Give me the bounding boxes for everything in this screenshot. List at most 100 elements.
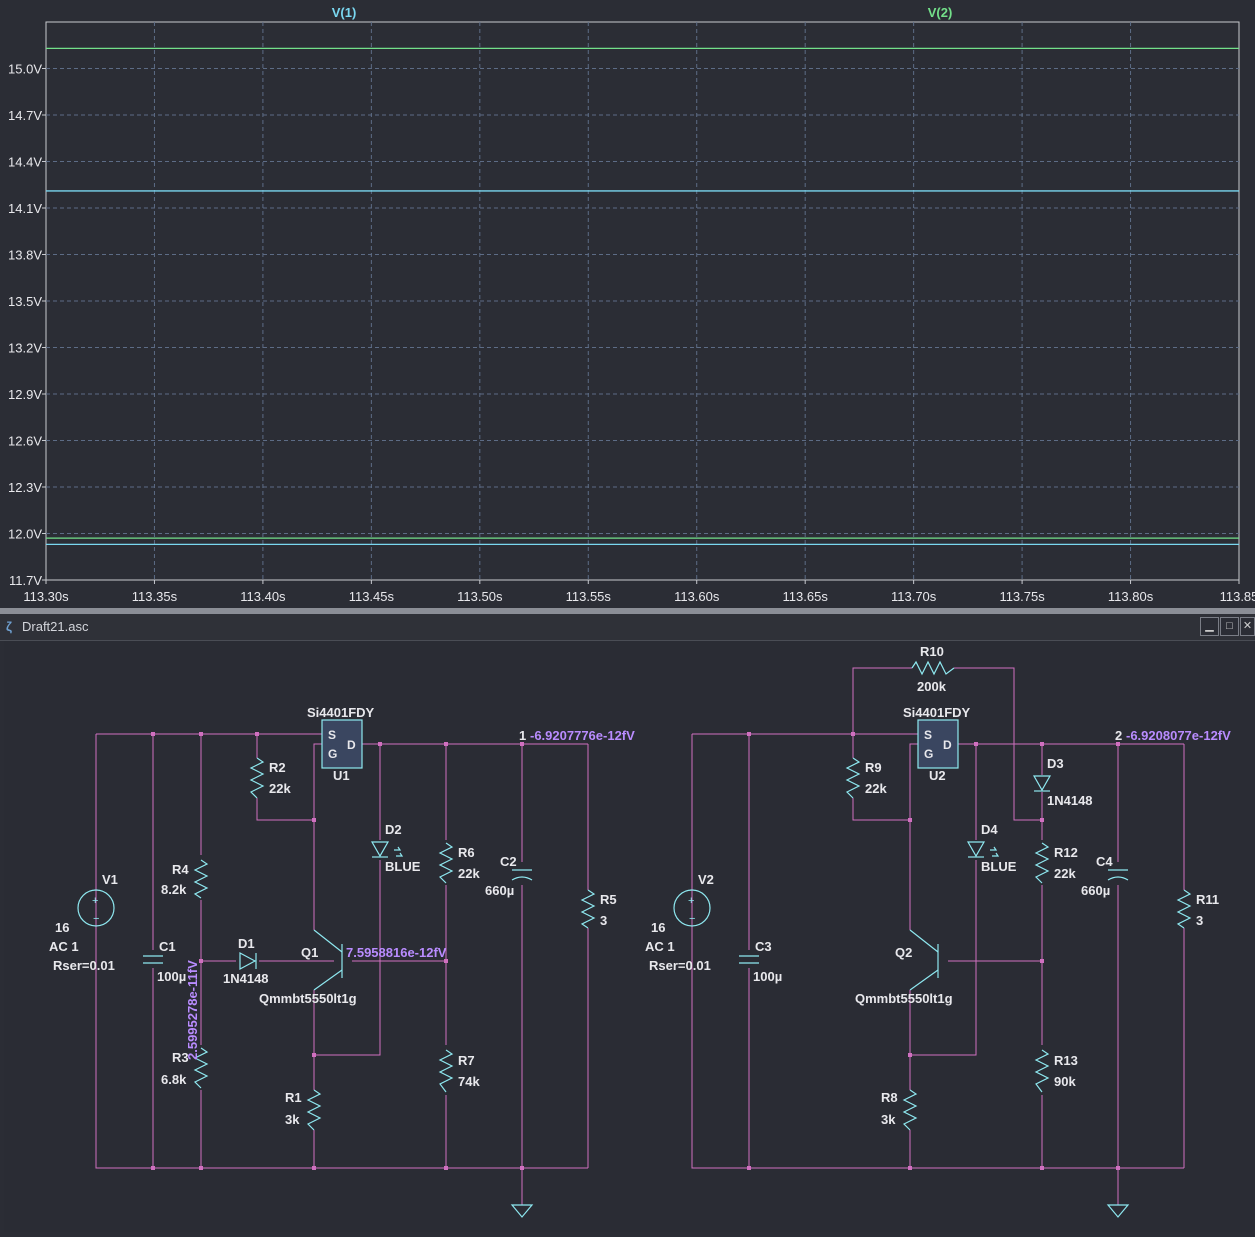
close-icon: ✕ [1242, 620, 1253, 632]
resistor-R8 [902, 1089, 918, 1131]
component-labels: Si4401FDY S G D U1 R2 22k R4 8.2k R3 6.8… [49, 644, 1219, 1127]
x-tick-label: 113.55s [566, 589, 612, 604]
x-tick-label: 113.75s [999, 589, 1045, 604]
U2-label: U2 [929, 768, 946, 783]
Q2-value: Qmmbt5550lt1g [855, 991, 953, 1006]
minimize-icon: ▁ [1205, 620, 1214, 632]
U1-S-label: S [328, 728, 336, 742]
R3-value: 6.8k [161, 1072, 187, 1087]
maximize-icon: □ [1226, 620, 1233, 632]
R10-label: R10 [920, 644, 944, 659]
y-tick-label: 15.0V [8, 62, 42, 77]
x-tick-label: 113.50s [457, 589, 503, 604]
D2-value: BLUE [385, 859, 421, 874]
U2-S-label: S [924, 728, 932, 742]
R12-value: 22k [1054, 866, 1076, 881]
R5-label: R5 [600, 892, 617, 907]
waveform-plot[interactable]: 113.30s 113.35s 113.40s 113.45s 113.50s 113.5… [0, 0, 1255, 610]
maximize-button[interactable]: □ [1220, 617, 1239, 636]
x-tick-label: 113.65s [783, 589, 829, 604]
y-tick-label: 11.7V [9, 573, 42, 588]
legend-v1: V(1) [332, 5, 357, 20]
V1-value: 16 [55, 920, 69, 935]
x-tick-label: 113.80s [1108, 589, 1154, 604]
V1-ac: AC 1 [49, 939, 79, 954]
x-tick-label: 113.40s [240, 589, 286, 604]
resistor-R12 [1034, 842, 1050, 884]
V2-value: 16 [651, 920, 665, 935]
y-tick-label: 13.5V [8, 294, 42, 309]
divider-voltage: 2.5995278e-11fV [185, 960, 200, 1060]
x-tick-label: 113.85 [1220, 589, 1255, 604]
minimize-button[interactable]: ▁ [1200, 617, 1219, 636]
C3-value: 100µ [753, 969, 782, 984]
resistor-R13 [1034, 1049, 1050, 1093]
y-tick-label: 14.4V [8, 155, 42, 170]
svg-text:+: + [688, 895, 694, 907]
x-tick-label: 113.70s [891, 589, 937, 604]
y-tick-label: 13.8V [8, 248, 42, 263]
R1-value: 3k [285, 1112, 300, 1127]
V1-label: V1 [102, 872, 118, 887]
R4-value: 8.2k [161, 882, 187, 897]
Q1-value: Qmmbt5550lt1g [259, 991, 357, 1006]
D1-label: D1 [238, 936, 255, 951]
schematic-svg[interactable]: + − + − Si4401FDY S G D U1 R2 22k R4 8.2k … [4, 641, 1255, 1232]
R11-label: R11 [1196, 892, 1219, 907]
R2-value: 22k [269, 781, 291, 796]
close-button[interactable]: ✕ [1240, 617, 1255, 636]
schematic-canvas[interactable]: + − + − Si4401FDY S G D U1 R2 22k R4 8.2k … [4, 641, 1255, 1232]
U1-G-label: G [328, 747, 337, 761]
wires [95, 667, 1185, 1205]
V2-ac: AC 1 [645, 939, 675, 954]
D4-label: D4 [981, 822, 998, 837]
R2-label: R2 [269, 760, 286, 775]
resistor-R1 [306, 1089, 322, 1131]
resistor-R11 [1176, 889, 1192, 929]
R13-label: R13 [1054, 1053, 1078, 1068]
R6-value: 22k [458, 866, 480, 881]
node-1-voltage: -6.9207776e-12fV [530, 728, 635, 743]
V2-label: V2 [698, 872, 714, 887]
D1-value: 1N4148 [223, 971, 269, 986]
U2-D-label: D [943, 738, 952, 752]
R13-value: 90k [1054, 1074, 1076, 1089]
R8-value: 3k [881, 1112, 896, 1127]
D3-label: D3 [1047, 756, 1064, 771]
R11-value: 3 [1196, 913, 1203, 928]
R4-label: R4 [172, 862, 189, 877]
y-tick-label: 12.3V [8, 480, 42, 495]
y-tick-label: 12.9V [8, 387, 42, 402]
R10-value: 200k [917, 679, 947, 694]
U2-model-label: Si4401FDY [903, 705, 971, 720]
resistor-R4 [193, 859, 209, 899]
node-1-label: 1 [519, 728, 526, 743]
x-tick-label: 113.60s [674, 589, 720, 604]
y-tick-label: 12.6V [8, 434, 42, 449]
C1-value: 100µ [157, 969, 186, 984]
window-title: Draft21.asc [22, 619, 89, 634]
schematic-file-icon: ζ [6, 619, 12, 634]
C4-value: 660µ [1081, 883, 1110, 898]
plot-canvas[interactable]: 113.30s 113.35s 113.40s 113.45s 113.50s 113.5… [0, 0, 1255, 608]
resistor-R10 [911, 660, 955, 676]
Q1-label: Q1 [301, 945, 318, 960]
R8-label: R8 [881, 1090, 898, 1105]
svg-text:−: − [689, 913, 695, 925]
R12-label: R12 [1054, 845, 1078, 860]
y-tick-label: 14.1V [8, 201, 42, 216]
schematic-window-titlebar: ζ Draft21.asc ▁ □ ✕ [0, 614, 1255, 641]
y-tick-label: 13.2V [8, 341, 42, 356]
node-2-label: 2 [1115, 728, 1122, 743]
x-tick-label: 113.30s [23, 589, 69, 604]
resistor-R6 [438, 842, 454, 884]
D4-value: BLUE [981, 859, 1017, 874]
y-tick-label: 12.0V [8, 527, 42, 542]
R7-value: 74k [458, 1074, 480, 1089]
R6-label: R6 [458, 845, 475, 860]
node-2-voltage: -6.9208077e-12fV [1126, 728, 1231, 743]
D3-value: 1N4148 [1047, 793, 1093, 808]
U2-G-label: G [924, 747, 933, 761]
resistor-R9 [845, 757, 861, 799]
svg-text:+: + [92, 895, 98, 907]
